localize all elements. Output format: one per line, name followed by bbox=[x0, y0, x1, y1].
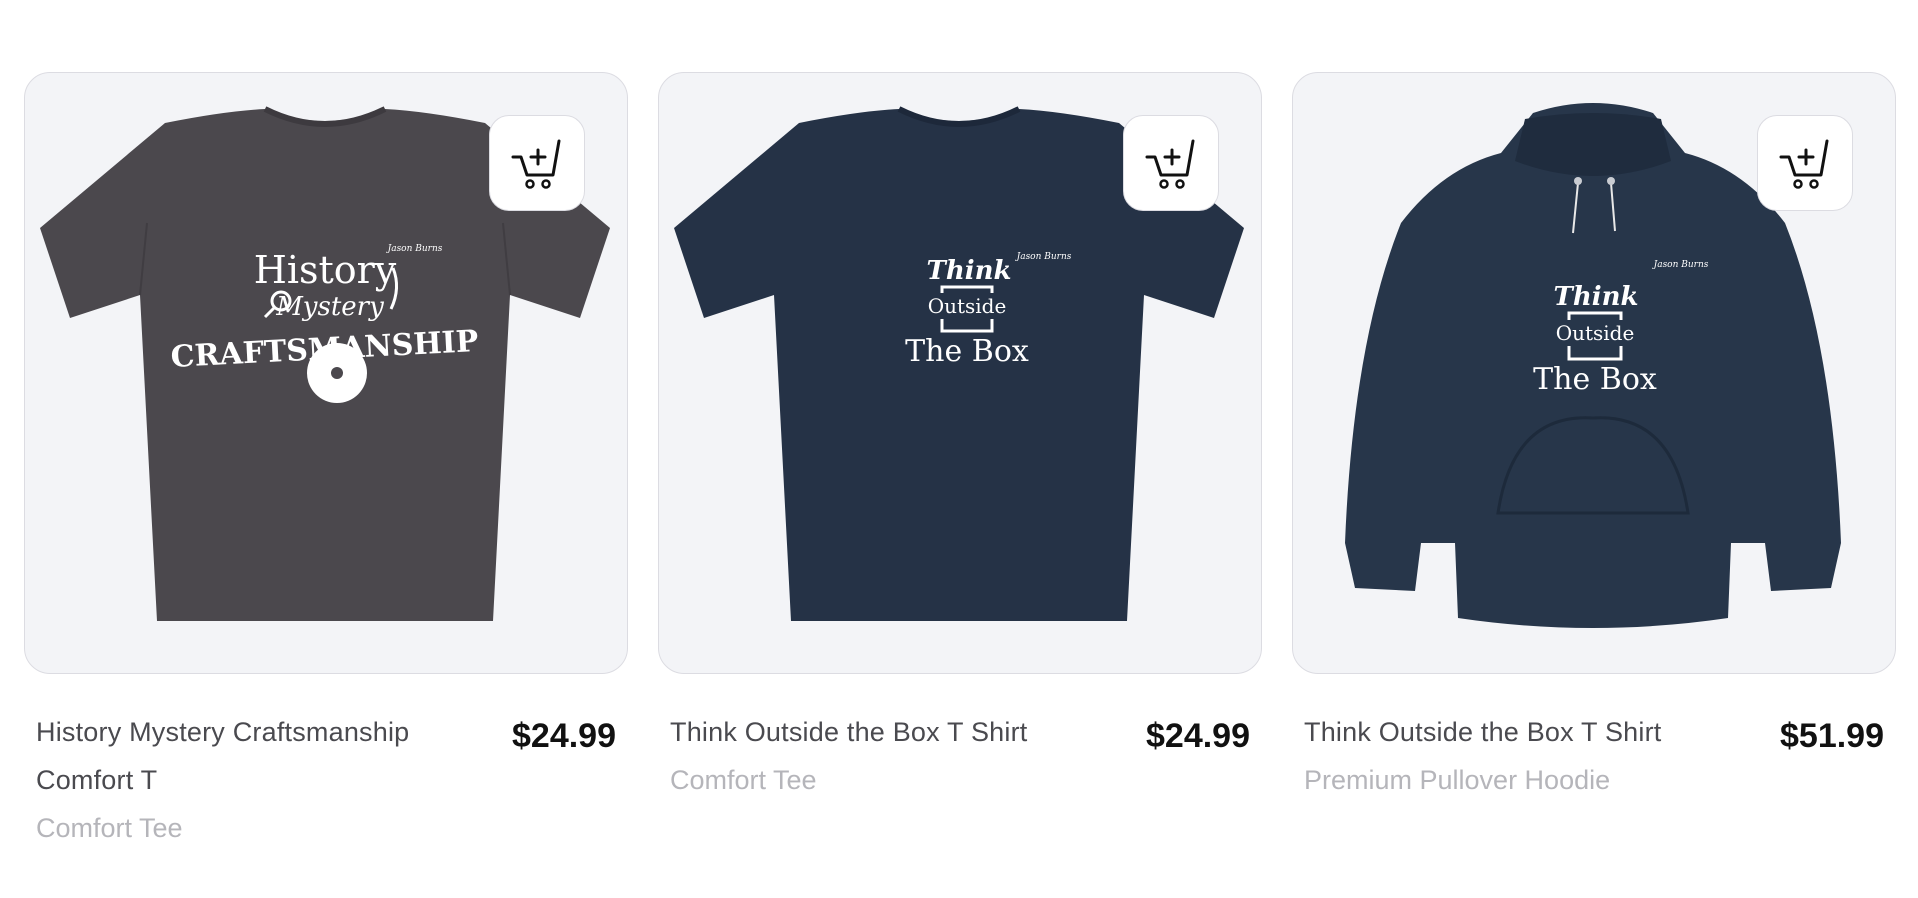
product-price: $51.99 bbox=[1780, 717, 1884, 755]
product-card[interactable]: Think Outside The Box Jason Burns Think … bbox=[1292, 72, 1896, 848]
product-image[interactable]: Think Outside The Box Jason Burns bbox=[658, 72, 1262, 674]
print-line1: Think bbox=[926, 256, 1011, 286]
product-style: Comfort Tee bbox=[670, 765, 817, 795]
add-to-cart-button[interactable] bbox=[1757, 115, 1853, 211]
add-to-cart-icon bbox=[1145, 139, 1195, 189]
print-line1: Think bbox=[1553, 282, 1638, 312]
add-to-cart-icon bbox=[511, 139, 561, 189]
product-grid: History Mystery CRAFTSMANSHIP Jason Burn… bbox=[24, 72, 1896, 848]
print-line2: Outside bbox=[928, 294, 1007, 318]
print-line1: History bbox=[254, 248, 397, 292]
product-card[interactable]: History Mystery CRAFTSMANSHIP Jason Burn… bbox=[24, 72, 628, 848]
product-image[interactable]: History Mystery CRAFTSMANSHIP Jason Burn… bbox=[24, 72, 628, 674]
product-name[interactable]: Think Outside the Box T Shirt bbox=[1304, 708, 1704, 756]
product-info: Think Outside the Box T Shirt Premium Pu… bbox=[1292, 674, 1896, 800]
product-name[interactable]: Think Outside the Box T Shirt bbox=[670, 708, 1070, 756]
print-line3: The Box bbox=[905, 334, 1029, 369]
product-info: History Mystery Craftsmanship Comfort T … bbox=[24, 674, 628, 848]
product-style: Comfort Tee bbox=[36, 813, 183, 843]
print-signature: Jason Burns bbox=[386, 244, 443, 254]
add-to-cart-button[interactable] bbox=[1123, 115, 1219, 211]
add-to-cart-button[interactable] bbox=[489, 115, 585, 211]
product-price: $24.99 bbox=[1146, 717, 1250, 755]
print-signature: Jason Burns bbox=[1652, 260, 1709, 270]
product-info: Think Outside the Box T Shirt Comfort Te… bbox=[658, 674, 1262, 800]
print-line3: The Box bbox=[1533, 362, 1657, 397]
print-signature: Jason Burns bbox=[1015, 252, 1072, 262]
print-line2: Outside bbox=[1556, 321, 1635, 345]
product-image[interactable]: Think Outside The Box Jason Burns bbox=[1292, 72, 1896, 674]
add-to-cart-icon bbox=[1779, 139, 1829, 189]
product-style: Premium Pullover Hoodie bbox=[1304, 765, 1611, 795]
product-card[interactable]: Think Outside The Box Jason Burns Think … bbox=[658, 72, 1262, 848]
product-name[interactable]: History Mystery Craftsmanship Comfort T bbox=[36, 708, 436, 804]
print-line2: Mystery bbox=[275, 292, 384, 322]
product-price: $24.99 bbox=[512, 717, 616, 755]
